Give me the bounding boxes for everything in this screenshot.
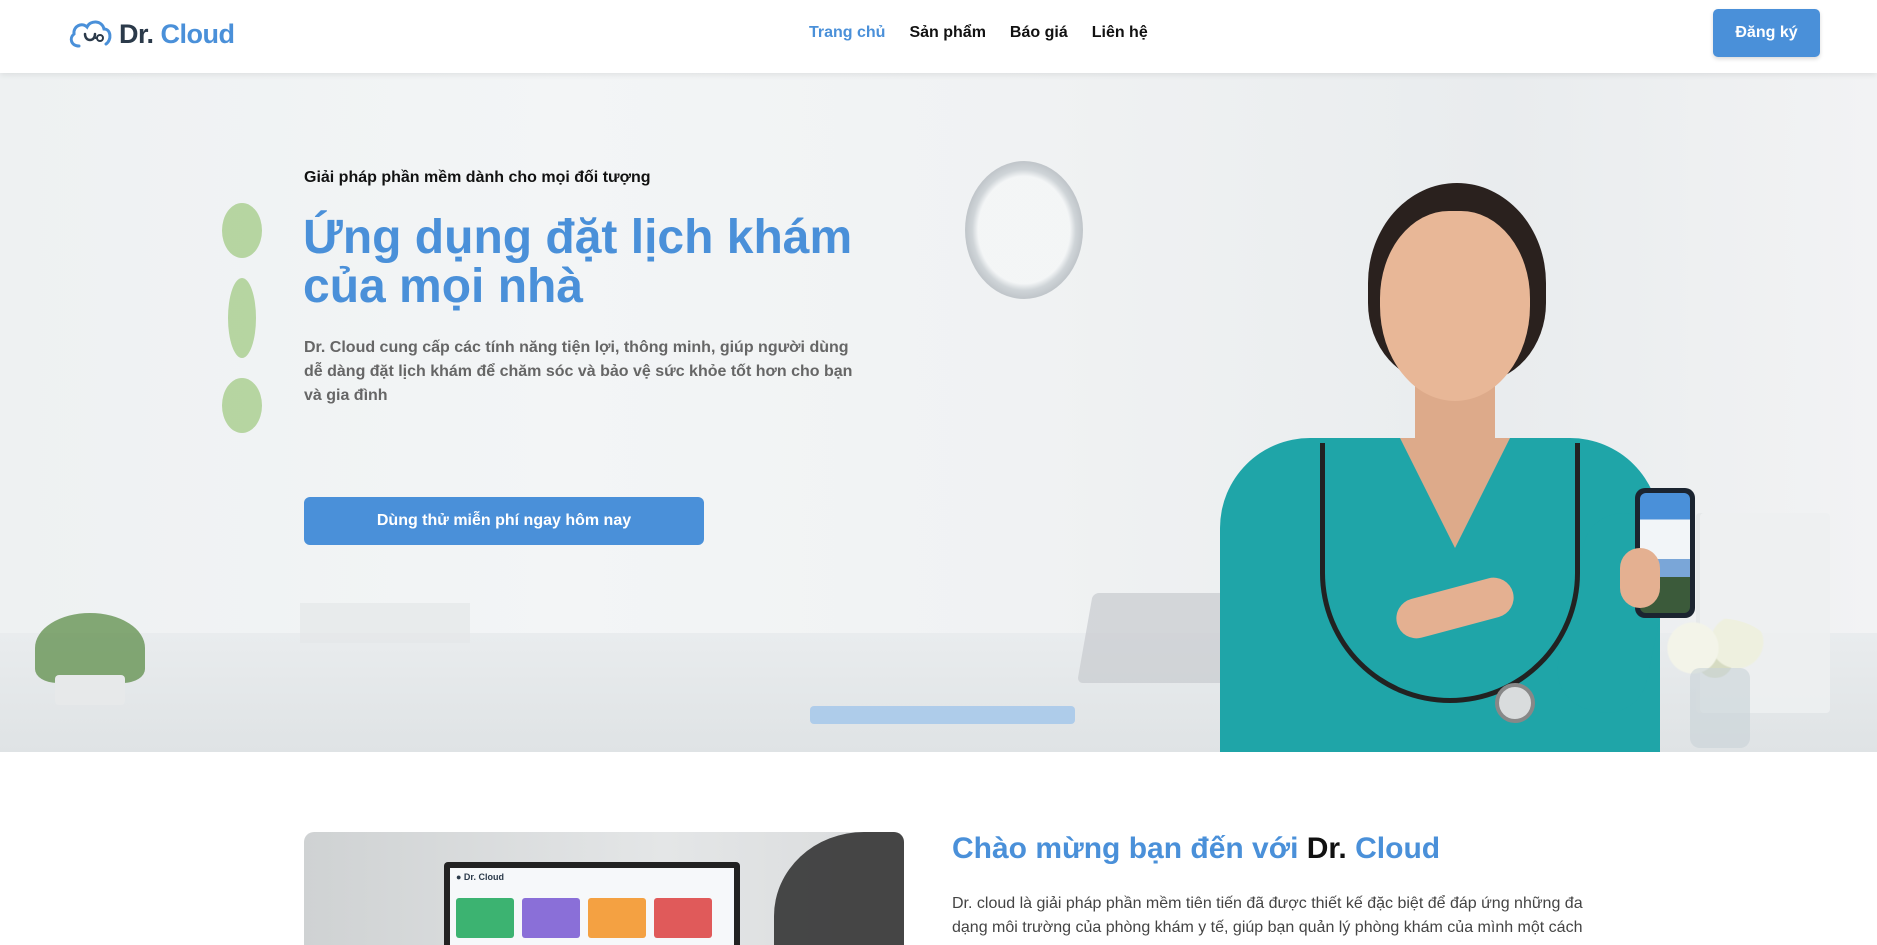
signup-button[interactable]: Đăng ký: [1713, 9, 1820, 57]
mini-logo: ● Dr. Cloud: [456, 872, 504, 882]
hero-section: Giải pháp phần mềm dành cho mọi đối tượn…: [0, 73, 1877, 752]
free-trial-button[interactable]: Dùng thử miễn phí ngay hôm nay: [304, 497, 704, 545]
logo-cloud: Cloud: [160, 18, 235, 49]
logo-dr: Dr.: [119, 18, 154, 49]
main-nav: Trang chủ Sản phẩm Báo giá Liên hệ: [809, 22, 1148, 44]
nav-item-bao-gia[interactable]: Báo giá: [1010, 22, 1068, 44]
welcome-title-prefix: Chào mừng bạn đến với: [952, 832, 1299, 865]
nav-item-trang-chu[interactable]: Trang chủ: [809, 22, 885, 44]
nav-item-lien-he[interactable]: Liên hệ: [1092, 22, 1148, 44]
wall-clock-decor: [965, 161, 1083, 299]
tray-decor: [810, 706, 1075, 724]
stethoscope-icon: [1320, 443, 1580, 703]
doctor-illustration: [1180, 183, 1740, 752]
person-silhouette: [774, 832, 904, 945]
hero-eyebrow: Giải pháp phần mềm dành cho mọi đối tượn…: [304, 169, 651, 186]
monitor-mockup: ● Dr. Cloud: [444, 862, 740, 945]
welcome-text: Dr. cloud là giải pháp phần mềm tiên tiế…: [952, 895, 1583, 936]
potted-plant-decor: [35, 613, 145, 705]
shelf-decor: [300, 603, 470, 643]
site-header: Dr. Cloud Trang chủ Sản phẩm Báo giá Liê…: [0, 0, 1877, 73]
hero-background-image: [0, 73, 1877, 752]
hero-title: Ứng dụng đặt lịch khám của mọi nhà: [303, 211, 853, 313]
welcome-title: Chào mừng bạn đến với Dr. Cloud: [952, 832, 1440, 866]
cloud-stethoscope-icon: [69, 20, 112, 48]
leaf-decor: [222, 203, 262, 433]
hero-description: Dr. Cloud cung cấp các tính năng tiện lợ…: [304, 339, 853, 404]
clinic-software-photo: ● Dr. Cloud: [304, 832, 904, 945]
logo-text: Dr. Cloud: [119, 19, 235, 50]
nav-item-san-pham[interactable]: Sản phẩm: [909, 22, 985, 44]
logo[interactable]: Dr. Cloud: [67, 16, 235, 52]
welcome-title-cloud: Cloud: [1355, 832, 1441, 865]
welcome-title-dr: Dr.: [1306, 832, 1347, 865]
